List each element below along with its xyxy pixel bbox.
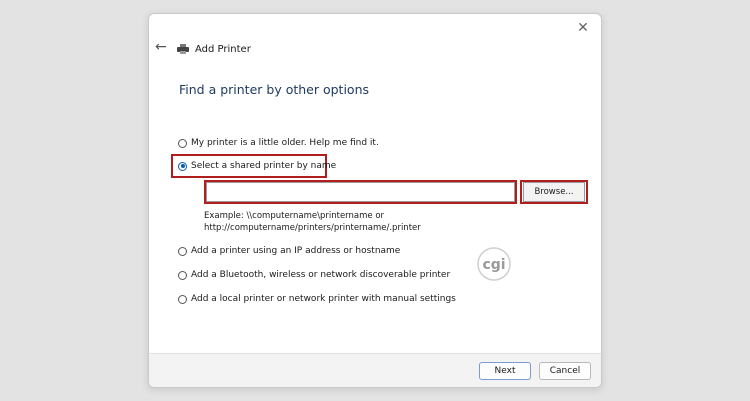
page-heading: Find a printer by other options (179, 82, 370, 97)
arrow-left-icon[interactable]: ← (155, 40, 169, 54)
watermark-text: cgi (482, 257, 505, 273)
example-text: Example: \\computername\printername or h… (204, 210, 464, 234)
option-label: Add a local printer or network printer w… (191, 294, 456, 304)
printer-name-input[interactable] (206, 182, 515, 202)
window-title-bar: Add Printer (177, 42, 251, 56)
option-local-manual[interactable]: Add a local printer or network printer w… (178, 292, 456, 306)
add-printer-dialog: ✕ ← Add Printer Find a printer by other … (148, 13, 602, 388)
option-older-printer[interactable]: My printer is a little older. Help me fi… (178, 136, 379, 150)
dialog-footer: Next Cancel (149, 353, 601, 387)
option-ip-address[interactable]: Add a printer using an IP address or hos… (178, 244, 400, 258)
window-title: Add Printer (195, 43, 251, 55)
radio-bluetooth-wireless[interactable] (178, 270, 187, 280)
watermark-logo: cgi (477, 247, 511, 281)
example-line-2: http://computername/printers/printername… (204, 223, 421, 233)
option-label: Add a Bluetooth, wireless or network dis… (191, 270, 451, 280)
radio-older-printer[interactable] (178, 138, 187, 148)
cancel-button[interactable]: Cancel (539, 362, 591, 380)
option-bluetooth-wireless[interactable]: Add a Bluetooth, wireless or network dis… (178, 268, 450, 282)
option-shared-printer[interactable]: Select a shared printer by name (178, 159, 336, 173)
radio-shared-printer[interactable] (178, 161, 187, 171)
option-label: My printer is a little older. Help me fi… (191, 138, 379, 148)
example-line-1: Example: \\computername\printername or (204, 211, 385, 221)
next-button[interactable]: Next (479, 362, 531, 380)
close-icon[interactable]: ✕ (574, 19, 592, 37)
radio-local-manual[interactable] (178, 294, 187, 304)
option-label: Select a shared printer by name (191, 161, 337, 171)
radio-ip-address[interactable] (178, 246, 187, 256)
option-label: Add a printer using an IP address or hos… (191, 246, 401, 256)
browse-button[interactable]: Browse... (523, 182, 585, 202)
printer-icon (177, 44, 189, 54)
